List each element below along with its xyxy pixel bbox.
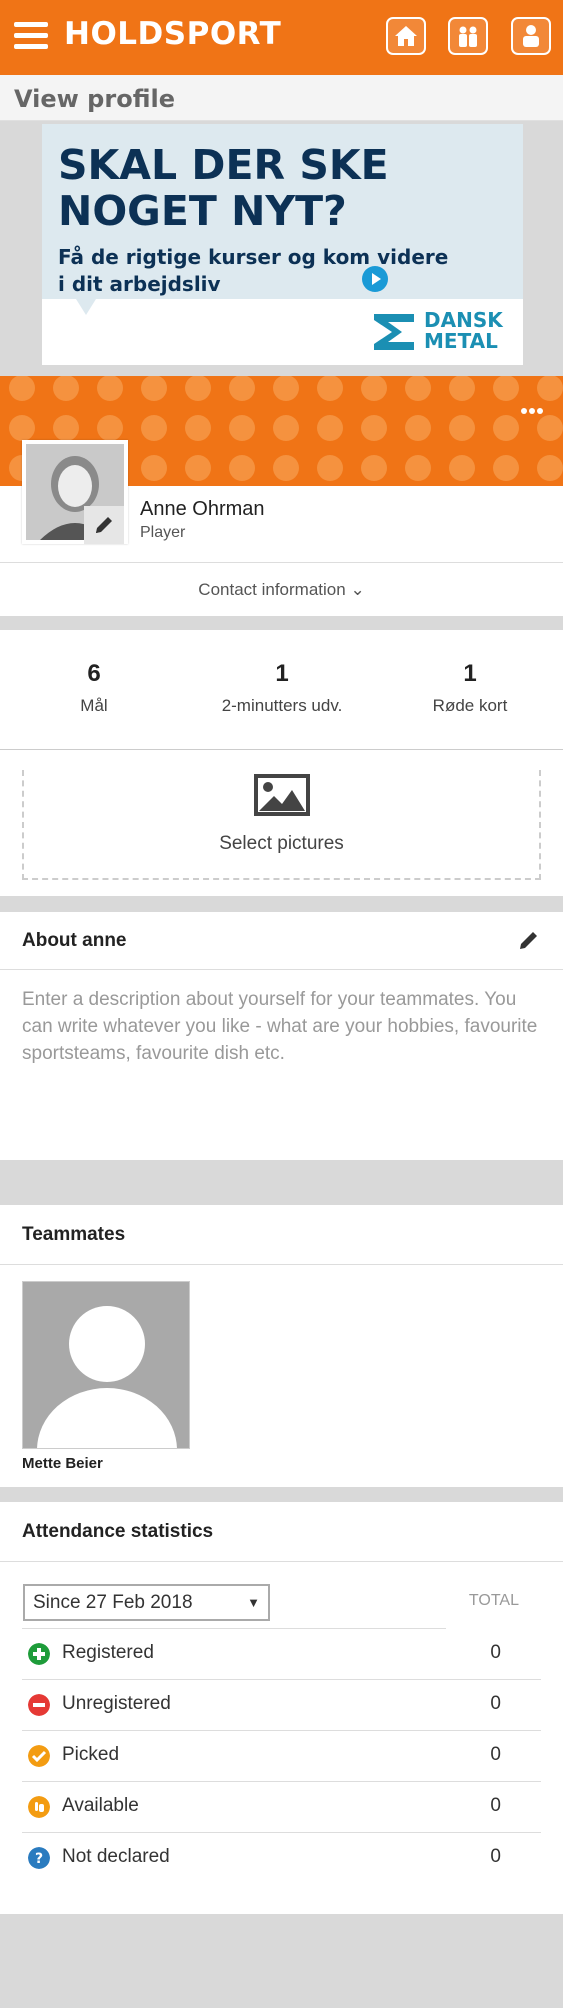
plus-circle-icon xyxy=(28,1643,50,1665)
attendance-row-available: Available 0 xyxy=(22,1782,541,1833)
team-button[interactable] xyxy=(448,17,488,55)
teammates-header: Teammates xyxy=(0,1205,563,1265)
stat-label: Mål xyxy=(80,696,108,715)
minus-circle-icon xyxy=(28,1694,50,1716)
attendance-label: Available xyxy=(62,1795,139,1816)
stat-label: Røde kort xyxy=(432,696,508,715)
dropdown-arrow-icon: ▼ xyxy=(247,1595,260,1610)
attendance-value: 0 xyxy=(490,1744,501,1765)
brand-logo[interactable]: HOLDSPORT xyxy=(64,16,281,52)
select-pictures-label: Select pictures xyxy=(219,833,344,854)
teammates-list: Mette Beier xyxy=(0,1265,563,1487)
stat-label: 2-minutters udv. xyxy=(221,696,343,715)
pictures-section: Select pictures xyxy=(0,750,563,896)
ad-logo-line2: METAL xyxy=(424,329,498,353)
profile-role: Player xyxy=(140,524,186,541)
svg-text:?: ? xyxy=(35,1851,43,1867)
check-circle-icon xyxy=(28,1745,50,1767)
team-icon xyxy=(459,26,477,47)
attendance-rows: Registered 0 Unregistered 0 Picked 0 Ava… xyxy=(22,1629,541,1884)
more-options-icon[interactable] xyxy=(521,401,545,414)
attendance-row-not-declared: ? Not declared 0 xyxy=(22,1833,541,1884)
attendance-label: Not declared xyxy=(62,1846,170,1867)
attendance-value: 0 xyxy=(490,1846,501,1867)
stat-goals: 6 Mål xyxy=(0,660,188,716)
speech-bubble-tail xyxy=(76,299,96,315)
contact-information-toggle[interactable]: Contact information ⌄ xyxy=(0,562,563,616)
advertisement-banner[interactable]: SKAL DER SKE NOGET NYT? Få de rigtige ku… xyxy=(42,124,523,365)
attendance-label: Picked xyxy=(62,1744,120,1765)
total-column-header: TOTAL xyxy=(468,1592,519,1609)
about-placeholder: Enter a description about yourself for y… xyxy=(22,989,538,1064)
question-circle-icon: ? xyxy=(28,1847,50,1869)
stat-value: 6 xyxy=(87,660,101,687)
attendance-row-registered: Registered 0 xyxy=(22,1629,541,1680)
attendance-value: 0 xyxy=(490,1795,501,1816)
image-icon xyxy=(253,774,310,816)
profile-icon xyxy=(523,25,539,47)
attendance-statistics: Since 27 Feb 2018 ▼ TOTAL Registered 0 U… xyxy=(0,1562,563,1914)
attendance-label: Unregistered xyxy=(62,1693,171,1714)
dansk-metal-logo-icon xyxy=(374,314,414,350)
teammate-name: Mette Beier xyxy=(22,1455,103,1472)
about-description[interactable]: Enter a description about yourself for y… xyxy=(0,970,563,1160)
ad-logo-line1: DANSK xyxy=(424,308,503,332)
contact-information-label: Contact information xyxy=(198,580,346,599)
stat-two-minute-suspensions: 1 2-minutters udv. xyxy=(188,660,376,716)
profile-button[interactable] xyxy=(511,17,551,55)
attendance-value: 0 xyxy=(490,1642,501,1663)
home-icon xyxy=(395,26,417,46)
player-stats: 6 Mål 1 2-minutters udv. 1 Røde kort xyxy=(0,630,563,750)
play-icon xyxy=(362,266,388,292)
about-header: About anne xyxy=(0,912,563,970)
ad-headline: SKAL DER SKE NOGET NYT? xyxy=(58,141,389,235)
about-title: About anne xyxy=(22,930,127,951)
hand-circle-icon xyxy=(28,1796,50,1818)
attendance-label: Registered xyxy=(62,1642,154,1663)
teammate-card[interactable]: Mette Beier xyxy=(22,1281,190,1472)
attendance-value: 0 xyxy=(490,1693,501,1714)
home-button[interactable] xyxy=(386,17,426,55)
stat-value: 1 xyxy=(463,660,477,687)
menu-icon[interactable] xyxy=(14,22,48,50)
attendance-header: Attendance statistics xyxy=(0,1502,563,1562)
attendance-row-unregistered: Unregistered 0 xyxy=(22,1680,541,1731)
edit-about-pencil-icon[interactable] xyxy=(517,928,541,952)
teammate-avatar xyxy=(22,1281,190,1449)
attendance-row-picked: Picked 0 xyxy=(22,1731,541,1782)
ad-logo-text: DANSK METAL xyxy=(424,310,503,352)
top-bar: HOLDSPORT xyxy=(0,0,563,75)
profile-name: Anne Ohrman xyxy=(140,498,265,520)
page-title: View profile xyxy=(14,85,175,113)
ad-subline: Få de rigtige kurser og kom videre i dit… xyxy=(58,245,449,296)
period-select-value: Since 27 Feb 2018 xyxy=(33,1592,193,1613)
edit-avatar-button[interactable] xyxy=(84,506,124,544)
pencil-icon xyxy=(96,517,112,533)
stat-value: 1 xyxy=(275,660,289,687)
period-select[interactable]: Since 27 Feb 2018 ▼ xyxy=(23,1584,270,1621)
select-pictures-dropzone[interactable]: Select pictures xyxy=(22,770,541,880)
stat-red-cards: 1 Røde kort xyxy=(376,660,563,716)
teammates-title: Teammates xyxy=(22,1224,126,1245)
page-title-bar: View profile xyxy=(0,75,563,121)
chevron-down-icon: ⌄ xyxy=(350,580,365,599)
default-avatar-icon xyxy=(37,1306,177,1448)
attendance-title: Attendance statistics xyxy=(22,1521,214,1542)
